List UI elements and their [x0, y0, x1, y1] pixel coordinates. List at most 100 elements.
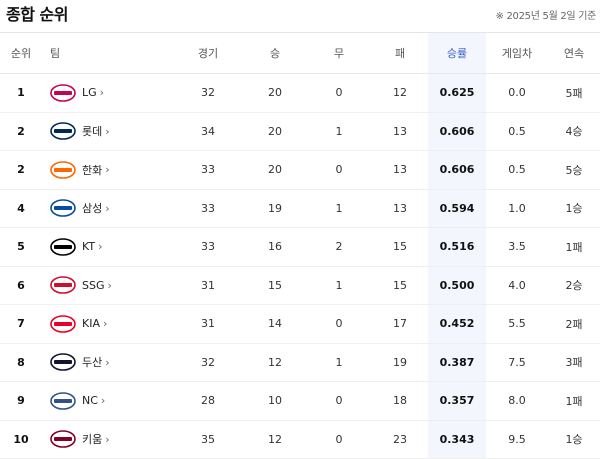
- chevron-right-icon: ›: [99, 86, 105, 100]
- chevron-right-icon: ›: [105, 355, 110, 369]
- losses-cell: 18: [372, 381, 428, 421]
- col-streak[interactable]: 연속: [548, 32, 600, 74]
- team-link[interactable]: 두산 ›: [42, 352, 172, 372]
- chevron-right-icon: ›: [105, 163, 110, 177]
- wins-cell: 16: [244, 227, 306, 267]
- wins-cell: 12: [244, 343, 306, 382]
- games-cell: 32: [172, 343, 244, 382]
- rank-cell: 7: [0, 304, 42, 344]
- team-cell[interactable]: 두산 ›: [42, 343, 172, 382]
- table-row[interactable]: 5 KT › 33 16 2 15 0.516 3.5 1패: [0, 227, 600, 267]
- col-games[interactable]: 경기: [172, 32, 244, 74]
- team-name: NC: [82, 394, 98, 408]
- games-behind-cell: 0.5: [486, 150, 548, 190]
- team-link[interactable]: NC ›: [42, 391, 172, 411]
- win-pct-cell: 0.594: [428, 189, 486, 228]
- table-row[interactable]: 2 한화 › 33 20 0 13 0.606 0.5 5승: [0, 150, 600, 190]
- win-pct-cell: 0.343: [428, 420, 486, 459]
- win-pct-cell: 0.387: [428, 343, 486, 382]
- standings-table: 순위 팀 경기 승 무 패 승률 게임차 연속 1 LG › 32 20 0 12 0.625…: [0, 32, 600, 459]
- draws-cell: 2: [306, 227, 372, 267]
- team-name: 키움: [82, 433, 103, 447]
- table-row[interactable]: 9 NC › 28 10 0 18 0.357 8.0 1패: [0, 381, 600, 421]
- col-team[interactable]: 팀: [42, 32, 172, 74]
- losses-cell: 13: [372, 189, 428, 228]
- chevron-right-icon: ›: [107, 278, 112, 292]
- col-losses[interactable]: 패: [372, 32, 428, 74]
- draws-cell: 1: [306, 266, 372, 305]
- games-cell: 35: [172, 420, 244, 459]
- wins-cell: 14: [244, 304, 306, 344]
- streak-cell: 1승: [548, 420, 600, 459]
- chevron-right-icon: ›: [98, 240, 103, 254]
- col-draws[interactable]: 무: [306, 32, 372, 74]
- col-win-pct[interactable]: 승률: [428, 32, 486, 74]
- team-cell[interactable]: KT ›: [42, 227, 172, 267]
- games-behind-cell: 7.5: [486, 343, 548, 382]
- win-pct-cell: 0.625: [428, 73, 486, 113]
- table-row[interactable]: 10 키움 › 35 12 0 23 0.343 9.5 1승: [0, 420, 600, 459]
- losses-cell: 13: [372, 112, 428, 151]
- heroes-logo: [50, 430, 76, 449]
- games-behind-cell: 4.0: [486, 266, 548, 305]
- rank-cell: 2: [0, 112, 42, 151]
- team-name: KT: [82, 240, 96, 254]
- tigers-logo: [50, 314, 76, 333]
- games-behind-cell: 0.5: [486, 112, 548, 151]
- team-name: LG: [82, 86, 97, 100]
- col-games-behind[interactable]: 게임차: [486, 32, 548, 74]
- table-row[interactable]: 8 두산 › 32 12 1 19 0.387 7.5 3패: [0, 343, 600, 382]
- team-cell[interactable]: SSG ›: [42, 266, 172, 305]
- chevron-right-icon: ›: [105, 201, 110, 215]
- games-cell: 33: [172, 150, 244, 190]
- streak-cell: 2패: [548, 304, 600, 344]
- streak-cell: 1패: [548, 381, 600, 421]
- table-row[interactable]: 6 SSG › 31 15 1 15 0.500 4.0 2승: [0, 266, 600, 305]
- table-row[interactable]: 4 삼성 › 33 19 1 13 0.594 1.0 1승: [0, 189, 600, 228]
- team-cell[interactable]: 키움 ›: [42, 420, 172, 459]
- team-link[interactable]: SSG ›: [42, 275, 172, 295]
- team-link[interactable]: 삼성 ›: [42, 198, 172, 218]
- games-cell: 31: [172, 304, 244, 344]
- games-behind-cell: 5.5: [486, 304, 548, 344]
- rank-cell: 10: [0, 420, 42, 459]
- team-name: 두산: [82, 356, 103, 370]
- losses-cell: 15: [372, 227, 428, 267]
- win-pct-cell: 0.357: [428, 381, 486, 421]
- streak-cell: 1승: [548, 189, 600, 228]
- games-behind-cell: 0.0: [486, 73, 548, 113]
- team-link[interactable]: KT ›: [42, 237, 172, 257]
- bears-logo: [50, 353, 76, 372]
- team-link[interactable]: KIA ›: [42, 314, 172, 334]
- draws-cell: 1: [306, 343, 372, 382]
- losses-cell: 17: [372, 304, 428, 344]
- games-behind-cell: 1.0: [486, 189, 548, 228]
- team-name: 한화: [82, 163, 103, 177]
- team-cell[interactable]: KIA ›: [42, 304, 172, 344]
- team-link[interactable]: 롯데 ›: [42, 121, 172, 141]
- win-pct-cell: 0.500: [428, 266, 486, 305]
- games-behind-cell: 3.5: [486, 227, 548, 267]
- team-link[interactable]: 키움 ›: [42, 429, 172, 449]
- wins-cell: 20: [244, 73, 306, 113]
- col-wins[interactable]: 승: [244, 32, 306, 74]
- draws-cell: 1: [306, 189, 372, 228]
- team-cell[interactable]: LG ›: [42, 73, 172, 113]
- table-row[interactable]: 1 LG › 32 20 0 12 0.625 0.0 5패: [0, 73, 600, 113]
- team-link[interactable]: 한화 ›: [42, 160, 172, 180]
- table-row[interactable]: 7 KIA › 31 14 0 17 0.452 5.5 2패: [0, 304, 600, 344]
- team-cell[interactable]: 한화 ›: [42, 150, 172, 190]
- team-cell[interactable]: NC ›: [42, 381, 172, 421]
- lions-logo: [50, 199, 76, 218]
- team-name: KIA: [82, 317, 100, 331]
- team-name: 롯데: [82, 125, 103, 139]
- rank-cell: 1: [0, 73, 42, 113]
- win-pct-cell: 0.516: [428, 227, 486, 267]
- table-row[interactable]: 2 롯데 › 34 20 1 13 0.606 0.5 4승: [0, 112, 600, 151]
- team-cell[interactable]: 삼성 ›: [42, 189, 172, 228]
- col-rank[interactable]: 순위: [0, 32, 42, 74]
- team-cell[interactable]: 롯데 ›: [42, 112, 172, 151]
- team-link[interactable]: LG ›: [42, 83, 172, 103]
- games-behind-cell: 9.5: [486, 420, 548, 459]
- losses-cell: 12: [372, 73, 428, 113]
